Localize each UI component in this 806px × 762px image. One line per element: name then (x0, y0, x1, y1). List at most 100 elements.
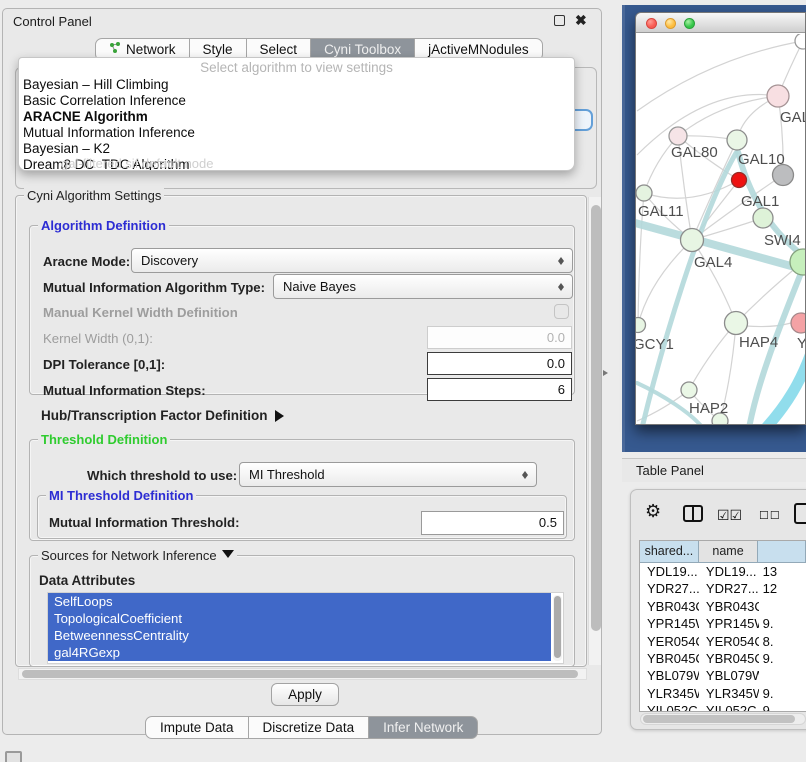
data-attributes-list[interactable]: SelfLoopsTopologicalCoefficientBetweenne… (47, 592, 564, 664)
node-label: Y (797, 335, 805, 352)
column-header[interactable]: shared... (640, 541, 699, 562)
table-cell: YDL19... (640, 563, 699, 580)
column-header[interactable] (758, 541, 806, 562)
algorithm-option[interactable]: Mutual Information Inference (19, 125, 574, 141)
hub-definition-toggle[interactable]: Hub/Transcription Factor Definition (41, 408, 290, 423)
table-row[interactable]: YBL079WYBL079W (640, 667, 806, 684)
table-body: YDL19...YDL19...13YDR27...YDR27...12YBR0… (640, 563, 806, 712)
column-header[interactable]: name (699, 541, 759, 562)
algorithm-option[interactable]: Bayesian – Hill Climbing (19, 77, 574, 93)
stepper-arrows-icon (558, 280, 565, 294)
node-label: GAL11 (638, 203, 684, 220)
network-edge-thick[interactable] (765, 353, 805, 424)
apply-button[interactable]: Apply (271, 683, 339, 706)
network-view-window: GALGAL80GAL10GAL11GAL1SWI4GAL4GCY1HAP4YH… (635, 12, 806, 425)
tab-discretize-data[interactable]: Discretize Data (248, 716, 370, 739)
settings-horizontal-scrollbar[interactable] (18, 668, 587, 680)
table-function-icon[interactable] (794, 503, 806, 524)
which-threshold-value: MI Threshold (249, 467, 325, 482)
settings-vertical-scrollbar[interactable] (588, 197, 601, 665)
table-cell: YBL079W (699, 667, 759, 684)
tab-impute-data[interactable]: Impute Data (145, 716, 249, 739)
mi-type-value: Naive Bayes (283, 279, 356, 294)
network-edge[interactable] (678, 96, 778, 136)
close-icon[interactable]: ✖ (575, 12, 587, 29)
mi-steps-label: Mutual Information Steps: (43, 383, 206, 398)
float-window-icon[interactable] (554, 15, 565, 26)
zoom-traffic-light-icon[interactable] (684, 18, 695, 29)
network-node[interactable] (725, 312, 748, 335)
tab-infer-network[interactable]: Infer Network (368, 716, 478, 739)
node-table: shared...name YDL19...YDL19...13YDR27...… (639, 540, 806, 712)
algorithm-dropdown: Select algorithm to view settings Bayesi… (18, 57, 575, 171)
dock-panel-icon[interactable] (5, 751, 22, 762)
columns-icon[interactable] (683, 505, 703, 522)
network-node[interactable] (767, 85, 789, 107)
aracne-mode-label: Aracne Mode: (43, 254, 130, 269)
node-label: GAL10 (738, 151, 785, 168)
network-node[interactable] (681, 229, 704, 252)
kernel-width-field: 0.0 (427, 326, 572, 349)
table-hscroll-thumb[interactable] (643, 715, 795, 723)
select-all-columns-icon[interactable]: ☑☑ (717, 507, 742, 524)
network-node[interactable] (636, 185, 652, 201)
mi-threshold-field[interactable]: 0.5 (421, 511, 564, 535)
table-row[interactable]: YLR345WYLR345W9. (640, 685, 806, 702)
kernel-width-label: Kernel Width (0,1): (43, 331, 153, 346)
network-node[interactable] (727, 130, 747, 150)
attribute-item[interactable]: gal4RGexp (48, 644, 551, 661)
algorithm-dropdown-prompt: Select algorithm to view settings (19, 58, 574, 77)
network-canvas[interactable]: GALGAL80GAL10GAL11GAL1SWI4GAL4GCY1HAP4YH… (636, 34, 805, 424)
network-node[interactable] (795, 34, 805, 49)
node-label: GCY1 (636, 336, 674, 353)
dpi-tolerance-field[interactable]: 0.0 (427, 352, 572, 375)
aracne-mode-value: Discovery (141, 253, 198, 268)
panel-splitter-grip[interactable] (603, 370, 611, 376)
network-selector-ghost-text: gal-filtered.sif default node (61, 156, 213, 171)
attribute-item[interactable]: TopologicalCoefficient (48, 610, 551, 627)
algorithm-option[interactable]: Basic Correlation Inference (19, 93, 574, 109)
manual-kernel-checkbox[interactable] (554, 304, 569, 319)
minimize-traffic-light-icon[interactable] (665, 18, 676, 29)
network-node[interactable] (636, 318, 646, 333)
deselect-all-columns-icon[interactable]: ☐☐ (759, 509, 781, 522)
dpi-tolerance-label: DPI Tolerance [0,1]: (43, 357, 165, 372)
network-node[interactable] (681, 382, 697, 398)
mi-steps-field[interactable]: 6 (427, 378, 572, 401)
gear-icon[interactable]: ⚙ (645, 501, 661, 522)
network-node[interactable] (732, 173, 747, 188)
table-row[interactable]: YBR043CYBR043C (640, 598, 806, 615)
table-row[interactable]: YDL19...YDL19...13 (640, 563, 806, 580)
table-row[interactable]: YIL052CYIL052C9. (640, 702, 806, 712)
settings-vscroll-thumb[interactable] (591, 205, 601, 631)
algorithm-option[interactable]: Bayesian – K2 (19, 141, 574, 157)
list-scrollbar[interactable] (553, 595, 562, 661)
table-row[interactable]: YPR145WYPR145W9. (640, 615, 806, 632)
table-row[interactable]: YER054CYER054C8. (640, 633, 806, 650)
list-scrollbar-thumb[interactable] (554, 596, 561, 658)
aracne-mode-select[interactable]: Discovery (131, 248, 573, 273)
attribute-item[interactable]: SelfLoops (48, 593, 551, 610)
sources-legend[interactable]: Sources for Network Inference (38, 548, 237, 564)
network-graph[interactable]: GALGAL80GAL10GAL11GAL1SWI4GAL4GCY1HAP4YH… (636, 34, 805, 424)
which-threshold-select[interactable]: MI Threshold (239, 462, 537, 487)
table-row[interactable]: YDR27...YDR27...12 (640, 580, 806, 597)
network-selector-combo-fragment[interactable] (572, 109, 593, 131)
network-edge[interactable] (644, 180, 739, 198)
mi-type-select[interactable]: Naive Bayes (273, 274, 573, 299)
algorithm-option[interactable]: ARACNE Algorithm (19, 109, 574, 125)
attribute-item[interactable]: BetweennessCentrality (48, 627, 551, 644)
network-window-titlebar[interactable] (636, 13, 805, 33)
table-cell: YBL079W (640, 667, 699, 684)
table-cell: YIL052C (699, 702, 759, 712)
network-node[interactable] (753, 208, 773, 228)
table-horizontal-scrollbar[interactable] (640, 713, 806, 725)
table-row[interactable]: YBR045CYBR045C9. (640, 650, 806, 667)
network-node[interactable] (791, 313, 805, 333)
close-traffic-light-icon[interactable] (646, 18, 657, 29)
table-cell: 9. (759, 702, 806, 712)
manual-kernel-label: Manual Kernel Width Definition (43, 305, 238, 320)
network-node[interactable] (669, 127, 687, 145)
settings-hscroll-thumb[interactable] (22, 670, 578, 678)
collapse-down-icon (222, 550, 234, 564)
